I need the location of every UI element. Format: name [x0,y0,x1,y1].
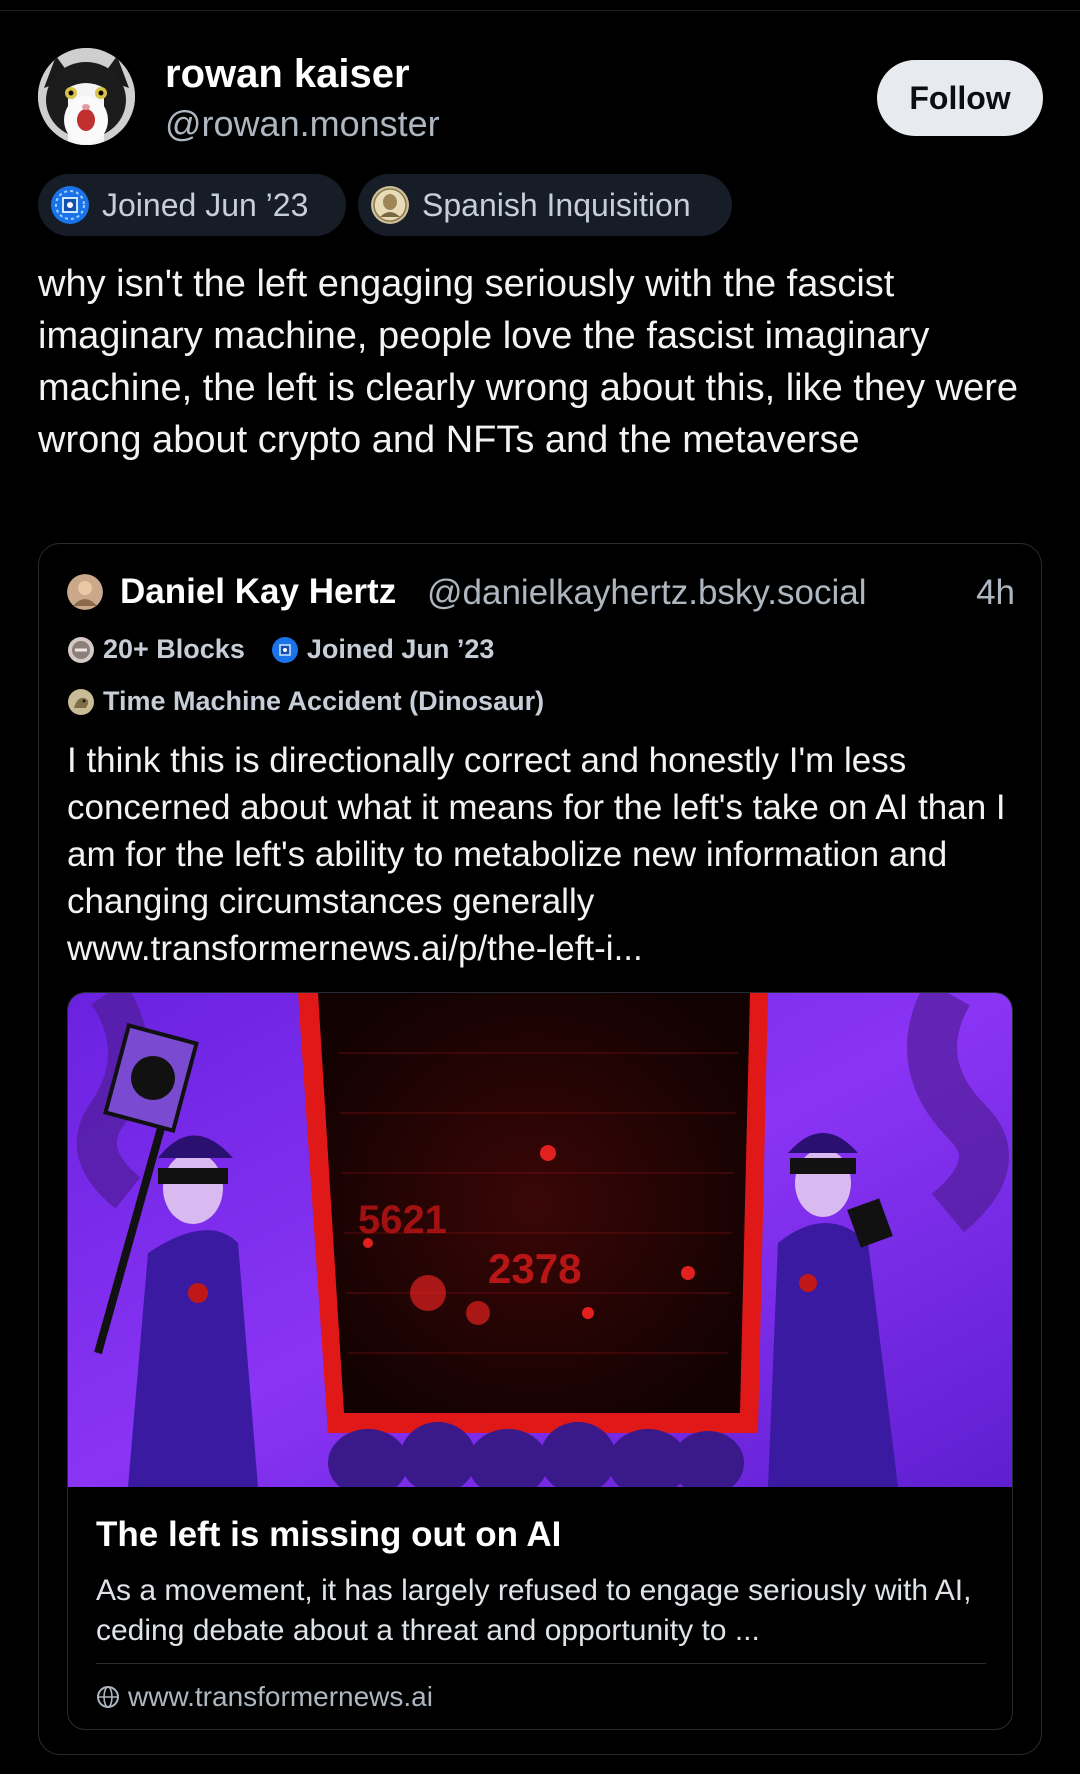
joined-badge-icon [271,636,298,663]
quoted-post[interactable]: Daniel Kay Hertz @danielkayhertz.bsky.so… [38,543,1042,1755]
cat-avatar-icon [38,48,135,145]
follow-button[interactable]: Follow [877,60,1043,136]
blocks-badge[interactable]: 20+ Blocks [67,634,245,665]
top-divider [0,10,1080,11]
post-body: why isn't the left engaging seriously wi… [38,263,1019,461]
link-preview-title: The left is missing out on AI [96,1515,562,1554]
author-avatar[interactable] [38,48,135,145]
blocks-badge-icon [68,636,94,663]
inquisition-badge[interactable]: Spanish Inquisition [358,174,732,236]
joined-badge-label: Joined Jun ’23 [102,186,309,223]
link-preview-domain: www.transformernews.ai [96,1681,433,1713]
blocks-badge-label: 20+ Blocks [103,634,245,664]
author-handle[interactable]: @rowan.monster [165,103,440,145]
link-preview-description: As a movement, it has largely refused to… [96,1574,972,1647]
dinosaur-badge-icon [68,688,94,715]
author-display-name[interactable]: rowan kaiser [165,52,410,97]
quote-joined-badge-label: Joined Jun ’23 [306,634,495,664]
dinosaur-badge[interactable]: Time Machine Accident (Dinosaur) [67,686,544,717]
image-number-2: 2378 [488,1245,581,1292]
quote-author-handle[interactable]: @danielkayhertz.bsky.social [427,573,867,613]
joined-badge[interactable]: Joined Jun ’23 [38,174,346,236]
image-number-1: 5621 [358,1198,447,1242]
quote-author-name[interactable]: Daniel Kay Hertz [120,572,396,612]
inquisition-badge-label: Spanish Inquisition [422,186,691,223]
quote-body: I think this is directionally correct an… [67,737,1027,972]
link-preview-divider [96,1663,986,1664]
quote-badges-row: 20+ Blocks Joined Jun ’23 [67,634,520,665]
inquisition-badge-icon [371,186,409,224]
dinosaur-badge-label: Time Machine Accident (Dinosaur) [103,686,545,716]
quote-joined-badge[interactable]: Joined Jun ’23 [271,634,495,665]
quote-body-text: I think this is directionally correct an… [67,741,1006,921]
globe-icon [97,1686,119,1708]
quote-timestamp[interactable]: 4h [976,573,1015,613]
link-preview-card[interactable]: 5621 2378 The left is missing out on AI … [67,992,1013,1730]
joined-badge-icon [51,186,89,224]
link-preview-domain-label: www.transformernews.ai [128,1681,433,1712]
link-preview-image: 5621 2378 [68,993,1012,1487]
quote-author-avatar[interactable] [67,574,103,610]
quote-body-link[interactable]: www.transformernews.ai/p/the-left-i... [67,929,643,968]
